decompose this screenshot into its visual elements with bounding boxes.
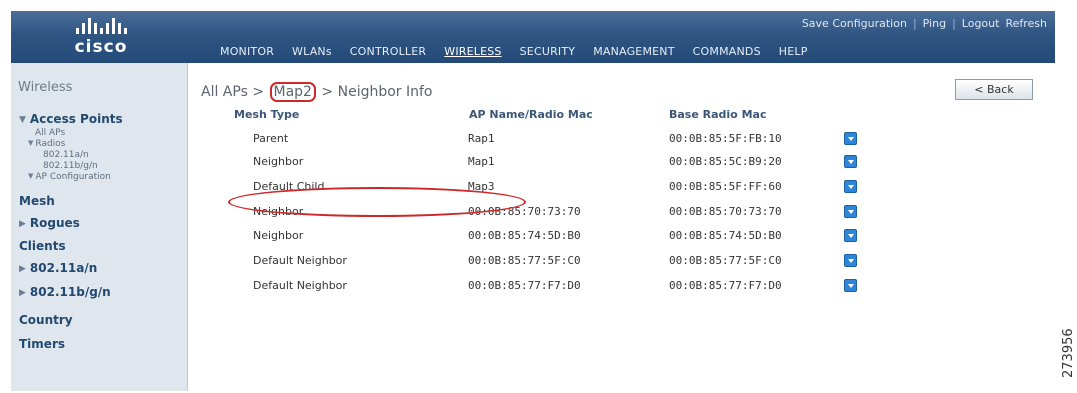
sidebar-item-80211bgn[interactable]: ▶ 802.11b/g/n [19,285,111,299]
col-header-base-radio-mac: Base Radio Mac [669,108,767,121]
sidebar-item-label: AP Configuration [35,172,111,182]
figure-id: 273956 [1061,328,1076,378]
nav-wlans[interactable]: WLANs [283,45,341,58]
ping-link[interactable]: Ping [923,17,946,30]
cisco-logo: cisco [51,16,151,57]
triangle-right-icon: ▶ [19,288,26,298]
nav-controller[interactable]: CONTROLLER [341,45,435,58]
cell-ap-name: 00:0B:85:77:F7:D0 [468,279,581,292]
cell-mesh-type: Parent [253,132,289,145]
app-frame: cisco Save Configuration | Ping | Logout… [11,11,1055,391]
sidebar-item-clients[interactable]: Clients [19,239,66,253]
cell-mesh-type: Neighbor [253,155,304,168]
cell-base-radio-mac: 00:0B:85:77:F7:D0 [669,279,782,292]
sidebar-title: Wireless [18,80,73,95]
highlight-ellipse [228,187,526,217]
breadcrumb-all-aps[interactable]: All APs > [201,84,264,100]
sidebar-item-radio-80211bgn[interactable]: 802.11b/g/n [43,161,98,171]
nav-help[interactable]: HELP [770,45,817,58]
sidebar-item-radio-80211an[interactable]: 802.11a/n [43,150,89,160]
row-dropdown-icon[interactable] [844,229,857,242]
top-links: Save Configuration | Ping | Logout Refre… [802,17,1047,30]
col-header-ap-name: AP Name/Radio Mac [469,108,593,121]
row-dropdown-icon[interactable] [844,180,857,193]
cell-ap-name: Rap1 [468,132,495,145]
cell-ap-name: 00:0B:85:77:5F:C0 [468,254,581,267]
cell-mesh-type: Default Neighbor [253,254,347,267]
cell-mesh-type: Neighbor [253,229,304,242]
breadcrumb-page: > Neighbor Info [321,84,433,100]
cell-base-radio-mac: 00:0B:85:5F:FB:10 [669,132,782,145]
sidebar-item-80211an[interactable]: ▶ 802.11a/n [19,261,97,275]
nav-security[interactable]: SECURITY [511,45,585,58]
cisco-logo-bars-icon [51,16,151,34]
row-dropdown-icon[interactable] [844,205,857,218]
sidebar-item-radios[interactable]: ▼ Radios [28,139,65,149]
breadcrumb: All APs > Map2 > Neighbor Info [201,82,433,102]
triangle-down-icon: ▼ [19,115,26,125]
nav-management[interactable]: MANAGEMENT [584,45,683,58]
cell-base-radio-mac: 00:0B:85:77:5F:C0 [669,254,782,267]
sidebar-item-label: Rogues [29,216,80,230]
nav-monitor[interactable]: MONITOR [211,45,283,58]
cell-ap-name: Map1 [468,155,495,168]
logout-link[interactable]: Logout [962,17,1000,30]
col-header-mesh-type: Mesh Type [234,108,300,121]
row-dropdown-icon[interactable] [844,155,857,168]
cell-ap-name: 00:0B:85:74:5D:B0 [468,229,581,242]
sidebar-item-all-aps[interactable]: All APs [35,128,65,138]
table-row: Neighbor Map1 00:0B:85:5C:B9:20 [188,151,1055,175]
sidebar-item-label: Access Points [29,112,123,126]
row-dropdown-icon[interactable] [844,279,857,292]
cell-base-radio-mac: 00:0B:85:5F:FF:60 [669,180,782,193]
sidebar: Wireless ▼ Access Points All APs ▼ Radios … [11,63,188,391]
main-nav: MONITOR WLANs CONTROLLER WIRELESS SECURI… [211,45,817,58]
table-row: Parent Rap1 00:0B:85:5F:FB:10 [188,128,1055,152]
cell-base-radio-mac: 00:0B:85:5C:B9:20 [669,155,782,168]
nav-wireless[interactable]: WIRELESS [435,45,510,58]
row-dropdown-icon[interactable] [844,254,857,267]
sidebar-item-mesh[interactable]: Mesh [19,194,55,208]
sidebar-item-country[interactable]: Country [19,313,73,327]
table-row: Default Neighbor 00:0B:85:77:5F:C0 00:0B… [188,250,1055,274]
sidebar-item-timers[interactable]: Timers [19,337,65,351]
sidebar-item-label: 802.11a/n [29,261,98,275]
triangle-right-icon: ▶ [19,264,26,274]
breadcrumb-ap-name: Map2 [269,82,316,102]
sidebar-item-access-points[interactable]: ▼ Access Points [19,112,123,126]
row-dropdown-icon[interactable] [844,132,857,145]
separator: | [912,17,917,30]
nav-commands[interactable]: COMMANDS [684,45,770,58]
back-button[interactable]: < Back [955,79,1033,100]
triangle-down-icon: ▼ [28,139,34,147]
sidebar-item-rogues[interactable]: ▶ Rogues [19,216,80,230]
sidebar-item-label: 802.11b/g/n [29,285,111,299]
refresh-link[interactable]: Refresh [1005,17,1047,30]
cell-mesh-type: Default Neighbor [253,279,347,292]
cell-base-radio-mac: 00:0B:85:70:73:70 [669,205,782,218]
triangle-down-icon: ▼ [28,172,34,180]
save-configuration-link[interactable]: Save Configuration [802,17,907,30]
sidebar-item-ap-configuration[interactable]: ▼ AP Configuration [28,172,111,182]
separator: | [952,17,956,30]
table-row: Default Neighbor 00:0B:85:77:F7:D0 00:0B… [188,275,1055,299]
triangle-right-icon: ▶ [19,219,26,229]
cisco-logo-word: cisco [74,37,128,57]
sidebar-item-label: Radios [35,139,66,149]
table-row: Neighbor 00:0B:85:74:5D:B0 00:0B:85:74:5… [188,225,1055,249]
header-bar: cisco Save Configuration | Ping | Logout… [11,11,1055,63]
cell-base-radio-mac: 00:0B:85:74:5D:B0 [669,229,782,242]
